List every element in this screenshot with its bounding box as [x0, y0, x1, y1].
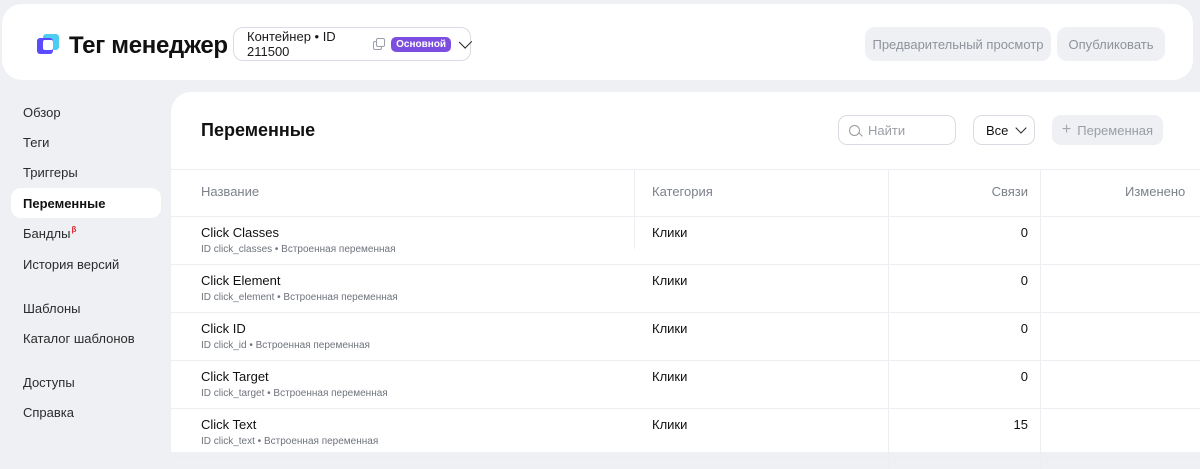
container-label: Контейнер • ID 211500 — [247, 29, 336, 59]
sidebar-item-variables[interactable]: Переменные — [11, 188, 161, 218]
chevron-down-icon — [1015, 122, 1028, 134]
variable-links: 0 — [1020, 273, 1028, 288]
variable-category: Клики — [652, 225, 688, 240]
chevron-down-icon — [458, 35, 473, 49]
variable-name[interactable]: Click Classes — [201, 225, 279, 240]
app-title: Тег менеджер — [69, 32, 228, 59]
search-box[interactable] — [838, 115, 956, 145]
add-variable-label: Переменная — [1077, 122, 1154, 138]
table-row[interactable]: Click ID ID click_id • Встроенная переме… — [171, 313, 1200, 361]
variable-id: ID click_id • Встроенная переменная — [201, 340, 370, 351]
app-logo[interactable]: Тег менеджер — [37, 32, 228, 60]
variable-name[interactable]: Click ID — [201, 321, 246, 336]
top-header: Тег менеджер Контейнер • ID 211500 Основ… — [2, 4, 1193, 80]
sidebar-item-overview[interactable]: Обзор — [11, 97, 161, 127]
sidebar-item-tags[interactable]: Теги — [11, 127, 161, 157]
publish-button[interactable]: Опубликовать — [1057, 27, 1165, 61]
variable-category: Клики — [652, 417, 688, 432]
container-selector[interactable]: Контейнер • ID 211500 Основной — [233, 27, 473, 61]
sidebar-item-bundles[interactable]: Бандлы β — [11, 218, 161, 248]
variable-links: 15 — [1013, 417, 1028, 432]
logo-icon — [37, 34, 61, 58]
sidebar-item-access[interactable]: Доступы — [11, 367, 161, 397]
search-icon — [849, 124, 860, 136]
variable-links: 0 — [1020, 369, 1028, 384]
page-title: Переменные — [201, 120, 316, 140]
sidebar-item-templates[interactable]: Шаблоны — [11, 293, 161, 323]
table-row[interactable]: Click Target ID click_target • Встроенна… — [171, 361, 1200, 409]
variable-category: Клики — [652, 369, 688, 384]
variable-links: 0 — [1020, 225, 1028, 240]
table-row[interactable]: Click Text ID click_text • Встроенная пе… — [171, 409, 1200, 457]
preview-button[interactable]: Предварительный просмотр — [865, 27, 1051, 61]
filter-value: Все — [986, 122, 1009, 138]
variable-name[interactable]: Click Target — [201, 369, 269, 384]
column-header-category[interactable]: Категория — [652, 184, 713, 199]
column-header-modified[interactable]: Изменено — [1125, 184, 1185, 199]
table-row[interactable]: Click Classes ID click_classes • Встроен… — [171, 217, 1200, 265]
main-panel: Переменные Все + Переменная Название Кат… — [171, 92, 1200, 469]
column-header-links[interactable]: Связи — [992, 184, 1028, 199]
variable-id: ID click_target • Встроенная переменная — [201, 388, 388, 399]
variable-links: 0 — [1020, 321, 1028, 336]
container-badge: Основной — [391, 36, 452, 52]
plus-icon: + — [1061, 121, 1072, 138]
sidebar-item-triggers[interactable]: Триггеры — [11, 157, 161, 187]
sidebar-item-template-catalog[interactable]: Каталог шаблонов — [11, 323, 161, 353]
beta-badge: β — [71, 224, 77, 234]
variable-category: Клики — [652, 273, 688, 288]
variable-id: ID click_classes • Встроенная переменная — [201, 244, 396, 255]
variable-name[interactable]: Click Element — [201, 273, 280, 288]
sidebar-item-help[interactable]: Справка — [11, 397, 161, 427]
sidebar-item-version-history[interactable]: История версий — [11, 249, 161, 279]
table-row[interactable]: Click Element ID click_element • Встроен… — [171, 265, 1200, 313]
category-filter[interactable]: Все — [973, 115, 1035, 145]
add-variable-button[interactable]: + Переменная — [1052, 115, 1163, 145]
search-input[interactable] — [868, 122, 948, 138]
variable-id: ID click_text • Встроенная переменная — [201, 436, 379, 447]
variable-id: ID click_element • Встроенная переменная — [201, 292, 398, 303]
copy-icon[interactable] — [372, 38, 385, 50]
column-header-name[interactable]: Название — [201, 184, 259, 199]
variable-name[interactable]: Click Text — [201, 417, 256, 432]
table-header: Название Категория Связи Изменено — [171, 169, 1200, 217]
variable-category: Клики — [652, 321, 688, 336]
